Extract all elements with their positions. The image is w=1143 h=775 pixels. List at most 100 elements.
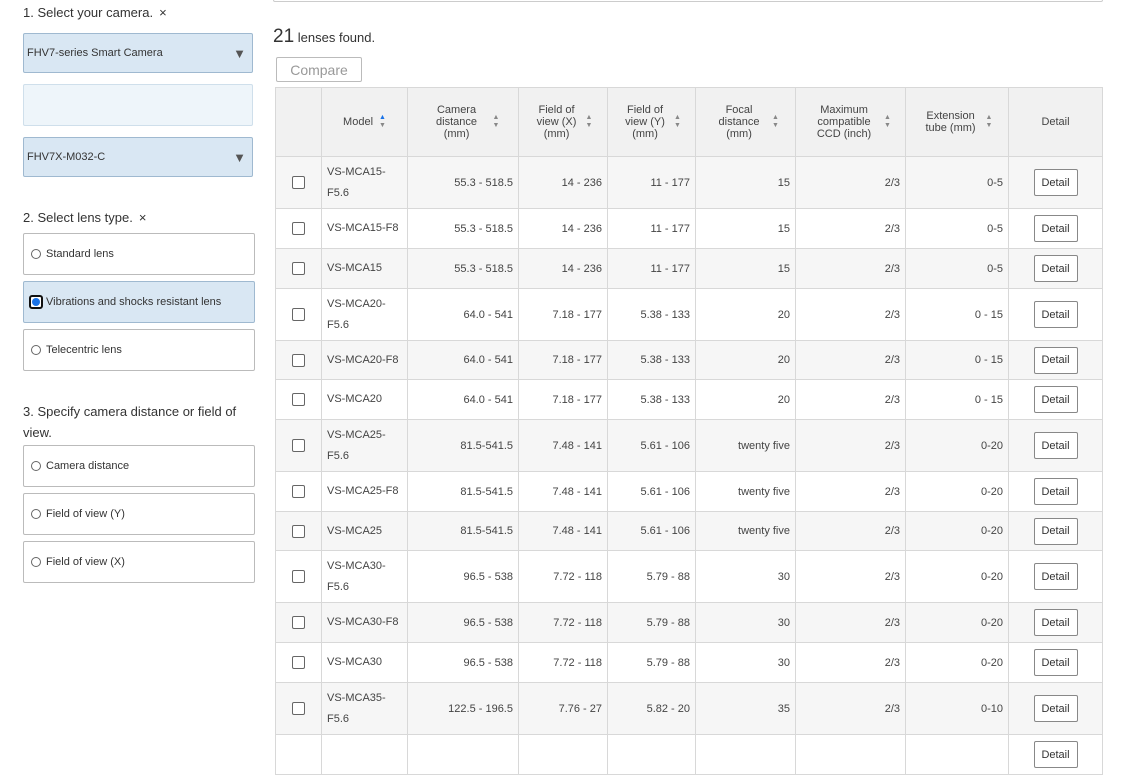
detail-button[interactable]: Detail	[1033, 517, 1078, 545]
header-fov-y[interactable]: Field of view (Y) (mm) ▲ ▼	[607, 87, 696, 157]
header-model[interactable]: Model ▲ ▼	[321, 87, 408, 157]
cell-model: VS-MCA25-F8	[321, 471, 408, 512]
row-select-cell[interactable]	[275, 340, 322, 380]
row-select-cell[interactable]	[275, 288, 322, 341]
cell-detail: Detail	[1008, 511, 1103, 551]
cell-model: VS-MCA30	[321, 642, 408, 683]
camera-sub-select[interactable]	[23, 84, 253, 126]
row-checkbox[interactable]	[292, 176, 305, 189]
results-count-suffix: lenses found.	[297, 30, 376, 45]
row-checkbox[interactable]	[292, 439, 305, 452]
cell-model: VS-MCA20	[321, 379, 408, 420]
row-select-cell[interactable]	[275, 248, 322, 289]
radio-icon[interactable]	[31, 461, 41, 471]
row-checkbox[interactable]	[292, 222, 305, 235]
cell-focal-distance: twenty five	[695, 471, 796, 512]
camera-series-select[interactable]: FHV7-series Smart Camera ▼	[23, 33, 253, 73]
spec-field-of-view-x[interactable]: Field of view (X)	[23, 541, 255, 583]
row-checkbox[interactable]	[292, 353, 305, 367]
sort-icon[interactable]: ▲ ▼	[493, 114, 500, 130]
radio-icon[interactable]	[31, 557, 41, 567]
detail-button[interactable]: Detail	[1033, 741, 1078, 768]
sort-icon[interactable]: ▲ ▼	[772, 114, 779, 130]
row-checkbox[interactable]	[292, 485, 305, 498]
detail-button[interactable]: Detail	[1033, 346, 1078, 374]
detail-button[interactable]: Detail	[1033, 432, 1078, 459]
row-checkbox[interactable]	[292, 570, 305, 583]
row-select-cell[interactable]	[275, 550, 322, 603]
row-checkbox[interactable]	[292, 702, 305, 715]
row-select-cell[interactable]	[275, 156, 322, 209]
cell-detail: Detail	[1008, 208, 1103, 249]
sidebar: 1. Select your camera. × FHV7-series Smar…	[0, 0, 270, 739]
camera-model-select[interactable]: FHV7X-M032-C ▼	[23, 137, 253, 177]
cell-camera-distance: 81.5-541.5	[407, 419, 519, 472]
row-checkbox[interactable]	[292, 262, 305, 275]
cell-max-ccd: 2/3	[795, 419, 906, 472]
spec-camera-distance[interactable]: Camera distance	[23, 445, 255, 487]
detail-button[interactable]: Detail	[1033, 301, 1078, 328]
radio-selected-icon[interactable]	[29, 295, 43, 309]
row-select-cell[interactable]	[275, 734, 322, 775]
cell-detail: Detail	[1008, 734, 1103, 775]
spec-field-of-view-y[interactable]: Field of view (Y)	[23, 493, 255, 535]
cell-max-ccd: 2/3	[795, 602, 906, 643]
clear-camera-icon[interactable]: ×	[159, 5, 167, 20]
row-checkbox[interactable]	[292, 308, 305, 321]
row-select-cell[interactable]	[275, 602, 322, 643]
clear-lens-type-icon[interactable]: ×	[139, 210, 147, 225]
cell-camera-distance: 96.5 - 538	[407, 642, 519, 683]
table-row: VS-MCA25-F5.6 81.5-541.5 7.48 - 141 5.61…	[275, 419, 1103, 472]
row-checkbox[interactable]	[292, 616, 305, 629]
row-select-cell[interactable]	[275, 511, 322, 551]
row-select-cell[interactable]	[275, 682, 322, 735]
lens-type-vibration-resistant[interactable]: Vibrations and shocks resistant lens	[23, 281, 255, 323]
sort-icon[interactable]: ▲ ▼	[379, 114, 386, 130]
cell-fov-x: 14 - 236	[518, 208, 608, 249]
detail-button[interactable]: Detail	[1033, 563, 1078, 590]
row-checkbox[interactable]	[292, 656, 305, 669]
row-checkbox[interactable]	[292, 524, 305, 538]
radio-icon[interactable]	[31, 345, 41, 355]
detail-button[interactable]: Detail	[1033, 215, 1078, 242]
cell-fov-y: 5.61 - 106	[607, 471, 696, 512]
row-checkbox[interactable]	[292, 393, 305, 406]
row-select-cell[interactable]	[275, 419, 322, 472]
header-fov-x[interactable]: Field of view (X) (mm) ▲ ▼	[518, 87, 608, 157]
detail-button[interactable]: Detail	[1033, 478, 1078, 505]
row-select-cell[interactable]	[275, 208, 322, 249]
spec-label: Camera distance	[46, 460, 130, 472]
detail-button[interactable]: Detail	[1033, 609, 1078, 636]
table-row: VS-MCA25 81.5-541.5 7.48 - 141 5.61 - 10…	[275, 511, 1103, 551]
cell-fov-x: 7.76 - 27	[518, 682, 608, 735]
cell-model: VS-MCA30-F8	[321, 602, 408, 643]
header-max-ccd[interactable]: Maximum compatible CCD (inch) ▲ ▼	[795, 87, 906, 157]
camera-series-value: FHV7-series Smart Camera	[27, 47, 163, 59]
sort-icon[interactable]: ▲ ▼	[884, 114, 891, 130]
row-select-cell[interactable]	[275, 471, 322, 512]
lens-type-telecentric[interactable]: Telecentric lens	[23, 329, 255, 371]
lens-type-standard[interactable]: Standard lens	[23, 233, 255, 275]
chevron-down-icon: ▼	[233, 150, 246, 165]
detail-button[interactable]: Detail	[1033, 169, 1078, 196]
sort-icon[interactable]: ▲ ▼	[586, 114, 593, 130]
header-focal-distance[interactable]: Focal distance (mm) ▲ ▼	[695, 87, 796, 157]
cell-extension-tube: 0-20	[905, 419, 1009, 472]
row-select-cell[interactable]	[275, 642, 322, 683]
header-camera-distance[interactable]: Camera distance (mm) ▲ ▼	[407, 87, 519, 157]
compare-button[interactable]: Compare	[276, 57, 362, 82]
detail-button[interactable]: Detail	[1033, 695, 1078, 722]
detail-button[interactable]: Detail	[1033, 386, 1078, 413]
header-extension-tube[interactable]: Extension tube (mm) ▲ ▼	[905, 87, 1009, 157]
radio-icon[interactable]	[31, 249, 41, 259]
detail-button[interactable]: Detail	[1033, 649, 1078, 676]
cell-fov-y: 11 - 177	[607, 208, 696, 249]
cell-detail: Detail	[1008, 682, 1103, 735]
row-select-cell[interactable]	[275, 379, 322, 420]
sort-icon[interactable]: ▲ ▼	[986, 114, 993, 130]
cell-focal-distance: 20	[695, 379, 796, 420]
cell-camera-distance: 122.5 - 196.5	[407, 682, 519, 735]
radio-icon[interactable]	[31, 509, 41, 519]
detail-button[interactable]: Detail	[1033, 255, 1078, 282]
sort-icon[interactable]: ▲ ▼	[674, 114, 681, 130]
